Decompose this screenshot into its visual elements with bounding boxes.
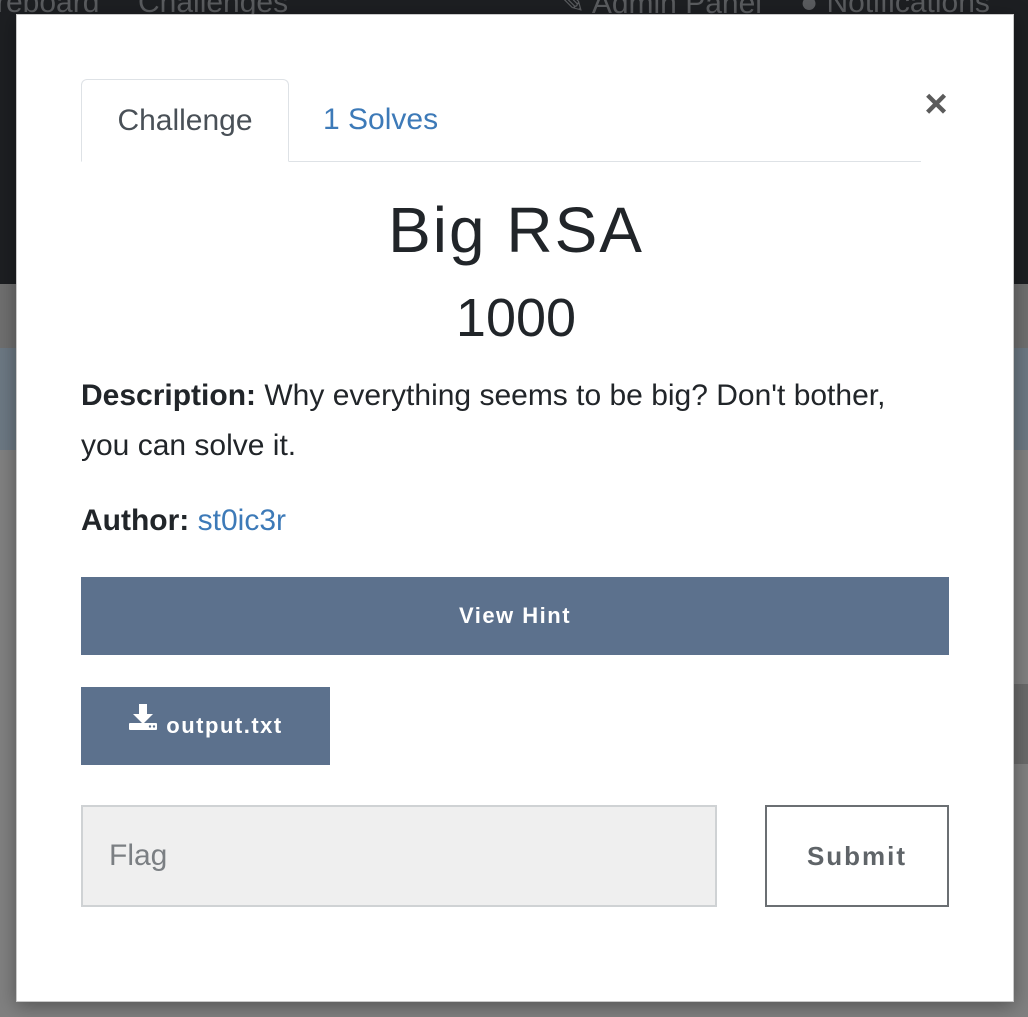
author-label: Author: <box>81 504 190 537</box>
close-icon[interactable]: × <box>919 84 953 124</box>
download-icon <box>128 685 158 763</box>
tab-challenge[interactable]: Challenge <box>81 79 289 162</box>
challenge-author: Author: st0ic3r <box>81 499 941 543</box>
modal-tabs: Challenge 1 Solves <box>81 79 921 162</box>
flag-input[interactable] <box>81 805 717 907</box>
file-button-label: output.txt <box>166 713 283 738</box>
author-link[interactable]: st0ic3r <box>198 504 286 537</box>
challenge-points: 1000 <box>455 288 577 348</box>
download-file-button[interactable]: output.txt <box>81 687 330 765</box>
challenge-description: Description: Why everything seems to be … <box>81 371 941 471</box>
challenge-title: Big RSA <box>388 194 644 266</box>
challenge-modal: × Challenge 1 Solves Big RSA 1000 Descri… <box>16 14 1014 1002</box>
tab-solves[interactable]: 1 Solves <box>289 79 472 161</box>
submit-button[interactable]: Submit <box>765 805 949 907</box>
view-hint-button[interactable]: View Hint <box>81 577 949 655</box>
description-label: Description: <box>81 379 257 412</box>
